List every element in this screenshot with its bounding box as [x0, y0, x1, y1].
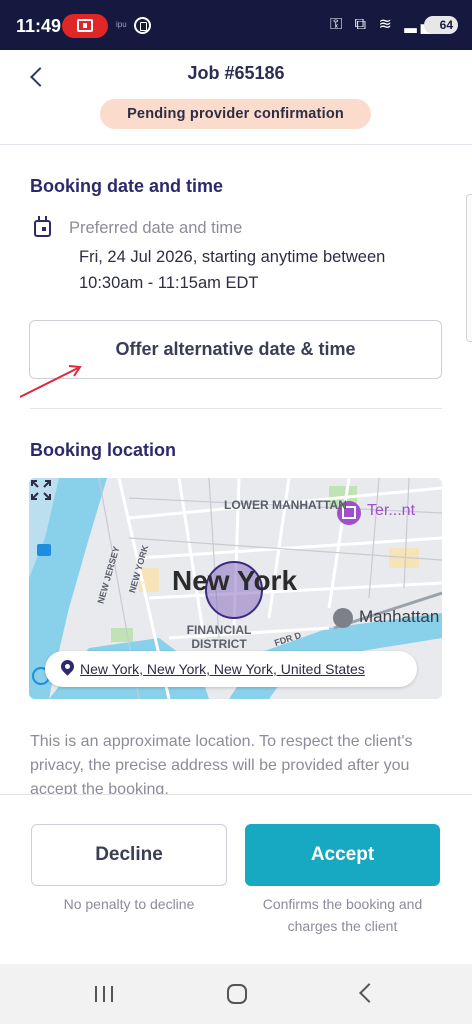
status-time: 11:49 — [16, 16, 62, 36]
system-nav-bar — [0, 964, 472, 1024]
expand-map-icon[interactable] — [29, 478, 53, 502]
page-title: Job #65186 — [187, 63, 285, 83]
scrollbar[interactable] — [466, 194, 472, 342]
location-address-link[interactable]: New York, New York, New York, United Sta… — [80, 661, 365, 677]
location-pin-icon — [58, 657, 77, 676]
booking-time-title: Booking date and time — [30, 176, 224, 196]
status-small-text: ipu — [116, 20, 127, 29]
location-address-pill[interactable]: New York, New York, New York, United Sta… — [45, 651, 417, 687]
booking-location-title: Booking location — [30, 440, 176, 460]
recent-apps-icon[interactable] — [95, 986, 113, 1002]
section-divider — [30, 408, 442, 409]
calendar-icon — [34, 216, 51, 237]
map-label-manhattan: Manhattan — [359, 607, 440, 626]
status-bar: 11:49 ipu ⚿ ⧉ ≋ ▂▄▆ 64 — [0, 0, 472, 50]
job-details-content[interactable]: Booking date and time Preferred date and… — [0, 146, 472, 794]
offer-alternative-button[interactable]: Offer alternative date & time — [29, 320, 442, 379]
map-label-financial-district: FINANCIAL DISTRICT — [186, 623, 252, 651]
home-icon[interactable] — [227, 984, 247, 1004]
accept-hint: Confirms the booking and charges the cli… — [262, 896, 423, 934]
app-header: Job #65186 Pending provider confirmation — [0, 50, 472, 145]
status-app-icon — [134, 17, 151, 34]
action-bar: Decline No penalty to decline Accept Con… — [0, 794, 472, 964]
map-label-poi: Ter...nt — [367, 502, 416, 519]
screen-record-icon — [62, 14, 108, 38]
privacy-note: This is an approximate location. To resp… — [30, 733, 413, 794]
map-label-lower-manhattan: LOWER MANHATTAN — [224, 498, 347, 512]
decline-hint: No penalty to decline — [63, 896, 195, 912]
location-map[interactable]: LOWER MANHATTAN New York FINANCIAL DISTR… — [29, 478, 442, 699]
nav-back-icon[interactable] — [359, 983, 379, 1003]
status-badge: Pending provider confirmation — [100, 99, 371, 129]
map-label-city: New York — [172, 565, 298, 596]
annotation-arrow-icon — [19, 365, 82, 398]
accept-button[interactable]: Accept — [245, 824, 440, 886]
preferred-date-label: Preferred date and time — [69, 219, 243, 237]
decline-button[interactable]: Decline — [31, 824, 227, 886]
battery-icon: 64 — [424, 16, 458, 34]
preferred-date-value: Fri, 24 Jul 2026, starting anytime betwe… — [79, 248, 386, 292]
